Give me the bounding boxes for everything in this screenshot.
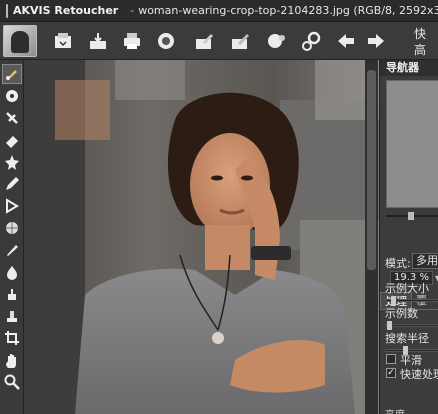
forward-icon xyxy=(368,34,384,48)
chisel-tool[interactable] xyxy=(2,240,22,260)
preset-label: 快 xyxy=(414,27,427,41)
back-icon xyxy=(338,34,354,48)
forward-button[interactable] xyxy=(363,29,389,53)
selection-icon xyxy=(6,198,19,214)
clone-icon xyxy=(6,112,18,124)
share-button[interactable] xyxy=(153,29,179,53)
canvas-vertical-scrollbar[interactable] xyxy=(365,60,378,414)
fast-processing-label: 快速处理 xyxy=(400,368,438,381)
sample-count-label: 示例数 xyxy=(385,307,418,320)
fast-processing-checkbox[interactable]: ✓ xyxy=(386,368,396,378)
help-icon xyxy=(268,34,285,48)
print-button[interactable] xyxy=(119,29,145,53)
edit-preset-icon xyxy=(196,34,213,49)
save-button[interactable] xyxy=(85,29,111,53)
height-label: 高度 xyxy=(385,406,405,414)
brush-tool[interactable] xyxy=(2,64,22,84)
tool-strip xyxy=(0,60,24,414)
lasso-icon xyxy=(6,222,18,234)
blur-icon xyxy=(7,266,17,280)
edit-preset-button[interactable] xyxy=(191,29,217,53)
mode-label: 模式: xyxy=(385,257,411,270)
side-panel: 导航器 19.3 % ▼ 处理 覆 模式: 多用途 示例大小 示例数 搜索半径 … xyxy=(379,60,438,414)
patch-icon xyxy=(6,90,18,102)
slider-knob[interactable] xyxy=(387,321,392,330)
brush-icon xyxy=(6,70,17,80)
smooth-checkbox[interactable] xyxy=(386,354,396,364)
selection-tool[interactable] xyxy=(2,196,22,216)
batch-button[interactable] xyxy=(227,29,253,53)
search-radius-label: 搜索半径 xyxy=(385,332,429,345)
app-icon xyxy=(6,3,8,18)
preset-label-2: 高 xyxy=(414,43,427,57)
slider-knob[interactable] xyxy=(391,296,396,305)
sample-size-slider[interactable] xyxy=(385,296,438,305)
navigator-zoom-slider[interactable] xyxy=(386,212,438,220)
sample-count-slider[interactable] xyxy=(385,321,438,330)
print-icon xyxy=(124,33,140,49)
chisel-icon xyxy=(7,245,18,256)
hand-icon xyxy=(6,354,16,368)
clone-tool[interactable] xyxy=(2,108,22,128)
slider-knob[interactable] xyxy=(408,212,414,220)
navigator-title: 导航器 xyxy=(380,60,438,76)
share-icon xyxy=(158,33,174,49)
help-button[interactable] xyxy=(263,29,289,53)
pencil-tool[interactable] xyxy=(2,174,22,194)
eraser-icon xyxy=(6,136,18,148)
navigator-preview[interactable] xyxy=(386,80,438,208)
open-button[interactable] xyxy=(50,29,76,53)
patch-tool[interactable] xyxy=(2,86,22,106)
hand-tool[interactable] xyxy=(2,350,22,370)
mode-select[interactable]: 多用途 xyxy=(412,253,438,269)
smudge-tool[interactable] xyxy=(2,284,22,304)
save-icon xyxy=(90,33,106,49)
lasso-tool[interactable] xyxy=(2,218,22,238)
sample-size-label: 示例大小 xyxy=(385,282,429,295)
healing-icon xyxy=(5,155,19,170)
app-logo xyxy=(3,25,37,57)
crop-icon xyxy=(5,331,19,345)
settings-button[interactable] xyxy=(298,29,324,53)
scrollbar-thumb[interactable] xyxy=(367,70,376,270)
back-button[interactable] xyxy=(333,29,359,53)
title-separator: - xyxy=(130,4,135,17)
crop-tool[interactable] xyxy=(2,328,22,348)
blur-tool[interactable] xyxy=(2,262,22,282)
smudge-icon xyxy=(8,289,16,300)
photo-image xyxy=(25,60,379,414)
pencil-icon xyxy=(6,177,19,190)
zoom-icon xyxy=(4,374,20,390)
stamp-tool[interactable] xyxy=(2,306,22,326)
eraser-tool[interactable] xyxy=(2,130,22,150)
file-title: woman-wearing-crop-top-2104283.jpg (RGB/… xyxy=(138,4,438,17)
batch-icon xyxy=(232,34,249,49)
app-title: AKVIS Retoucher xyxy=(13,4,119,17)
title-bar: AKVIS Retoucher - woman-wearing-crop-top… xyxy=(0,0,438,22)
main-toolbar: 快 高 xyxy=(0,22,438,60)
stamp-icon xyxy=(7,311,17,322)
healing-tool[interactable] xyxy=(2,152,22,172)
open-icon xyxy=(55,33,71,48)
image-canvas[interactable] xyxy=(25,60,379,414)
settings-icon xyxy=(302,31,321,51)
zoom-tool[interactable] xyxy=(2,372,22,392)
slider-track xyxy=(385,324,438,327)
